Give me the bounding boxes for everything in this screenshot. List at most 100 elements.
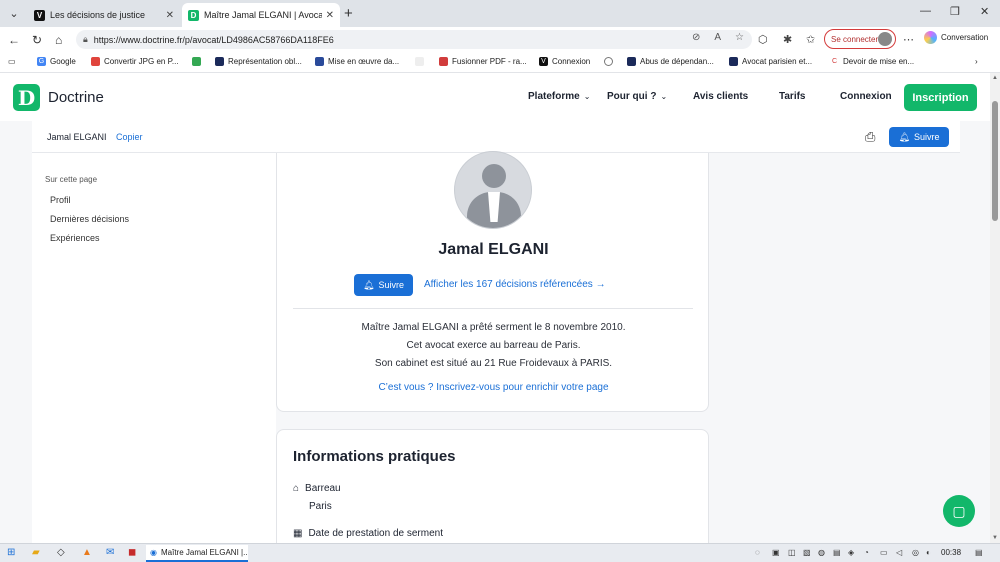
- new-tab-plus-icon[interactable]: +: [344, 5, 353, 22]
- site-header: D Doctrine Plateforme ⌄ Pour qui ? ⌄ Avis …: [0, 73, 990, 121]
- mute-icon[interactable]: ◁: [896, 548, 902, 557]
- maximize-icon[interactable]: ❐: [950, 5, 960, 18]
- profile-desc-line: Cet avocat exerce au barreau de Paris.: [406, 340, 581, 351]
- tray-icon[interactable]: ▣: [772, 548, 780, 557]
- sidebar-item-experiences[interactable]: Expériences: [50, 233, 100, 243]
- url-field[interactable]: 🔒︎ https://www.doctrine.fr/p/avocat/LD49…: [76, 30, 752, 49]
- close-tab-icon[interactable]: ✕: [166, 10, 174, 21]
- show-decisions-link[interactable]: Afficher les 167 décisions référencées →: [424, 279, 606, 290]
- extension-puzzle-icon[interactable]: ✱: [783, 33, 792, 46]
- browser-sign-in-button[interactable]: Se connecter: [824, 29, 896, 49]
- bookmark-google[interactable]: G Google: [37, 57, 76, 66]
- nav-pour-qui[interactable]: Pour qui ? ⌄: [607, 91, 667, 102]
- windows-taskbar: ⊞ ▰ ◇ ▲ ✉ ◼ ◉ Maître Jamal ELGANI |... ◌…: [0, 543, 1000, 562]
- bookmark-representation[interactable]: Représentation obl...: [215, 57, 302, 66]
- practical-info-card: Informations pratiques ⌂ Barreau Paris ▦ D…: [276, 429, 709, 543]
- taskbar-app-label: Maître Jamal ELGANI |...: [160, 548, 248, 557]
- file-explorer-icon[interactable]: ▰: [32, 547, 40, 558]
- close-tab-icon[interactable]: ✕: [326, 10, 334, 21]
- bookmarks-menu-icon[interactable]: ▭: [8, 57, 16, 66]
- copilot-conversation-button[interactable]: Conversation: [924, 31, 988, 44]
- bookmark-fusionner-pdf[interactable]: Fusionner PDF - ra...: [439, 57, 527, 66]
- chat-support-button[interactable]: ▢: [943, 495, 975, 527]
- claim-page-link[interactable]: C’est vous ? Inscrivez-vous pour enrichi…: [277, 382, 710, 393]
- bookmark-convertir[interactable]: Convertir JPG en P...: [91, 57, 179, 66]
- tray-icon[interactable]: ▤: [833, 548, 841, 557]
- convert-icon: [91, 57, 100, 66]
- bookmark-maps[interactable]: [192, 57, 201, 66]
- bookmark-label: Convertir JPG en P...: [104, 57, 179, 66]
- notifications-icon[interactable]: ▤: [975, 548, 983, 557]
- copy-link[interactable]: Copier: [116, 132, 143, 142]
- bookmark-label: Abus de dépendan...: [640, 57, 714, 66]
- serment-label: ▦ Date de prestation de serment: [293, 528, 443, 539]
- bookmark-blank[interactable]: [415, 57, 424, 66]
- doctrine-logo[interactable]: D Doctrine: [13, 84, 104, 111]
- favorite-star-icon[interactable]: ☆: [735, 32, 744, 43]
- browser-tab-decisions[interactable]: V Les décisions de justice ✕: [28, 3, 180, 27]
- barreau-label-text: Barreau: [305, 483, 341, 494]
- tray-icon[interactable]: ◎: [912, 548, 919, 557]
- tray-icon[interactable]: ◫: [788, 548, 796, 557]
- bookmark-devoir[interactable]: C Devoir de mise en...: [830, 57, 914, 66]
- tray-icon[interactable]: ◐: [926, 548, 931, 557]
- vlc-icon[interactable]: ▲: [82, 547, 92, 558]
- battery-icon[interactable]: ▭: [880, 548, 888, 557]
- sidebar-item-profil[interactable]: Profil: [50, 195, 71, 205]
- barreau-value: Paris: [309, 501, 332, 512]
- google-icon: G: [37, 57, 46, 66]
- extension-icon[interactable]: ⬡: [758, 33, 768, 46]
- inscription-button[interactable]: Inscription: [904, 84, 977, 111]
- nav-tarifs[interactable]: Tarifs: [779, 91, 806, 102]
- practical-info-title: Informations pratiques: [293, 448, 456, 465]
- close-window-icon[interactable]: ✕: [980, 5, 989, 18]
- minimize-icon[interactable]: —: [920, 5, 931, 17]
- tab-list-chevron-icon[interactable]: ⌄: [5, 5, 23, 22]
- scroll-down-icon[interactable]: ▼: [992, 535, 998, 541]
- follow-button-top[interactable]: 🔔︎ Suivre: [889, 127, 949, 147]
- tray-icon[interactable]: ◌: [755, 548, 760, 557]
- back-arrow-icon[interactable]: ←: [8, 33, 20, 47]
- follow-button[interactable]: 🔔︎ Suivre: [354, 274, 413, 296]
- more-menu-icon[interactable]: ⋯: [903, 33, 914, 46]
- nav-avis-clients[interactable]: Avis clients: [693, 91, 748, 102]
- tracking-prevention-icon[interactable]: ⊘: [692, 32, 700, 43]
- app-icon[interactable]: ◇: [57, 547, 65, 558]
- tray-icon[interactable]: ◍: [818, 548, 825, 557]
- taskbar-edge-window[interactable]: ◉ Maître Jamal ELGANI |...: [146, 545, 248, 562]
- tray-icon[interactable]: ▧: [803, 548, 811, 557]
- bookmark-abus[interactable]: Abus de dépendan...: [627, 57, 714, 66]
- acrobat-icon[interactable]: ◼: [128, 547, 136, 558]
- sidebar-item-dernieres-decisions[interactable]: Dernières décisions: [50, 214, 129, 224]
- page-scrollbar[interactable]: ▲ ▼: [990, 73, 1000, 543]
- bookmarks-overflow-chevron-icon[interactable]: ›: [975, 57, 978, 66]
- bookmark-connexion-v[interactable]: V Connexion: [539, 57, 590, 66]
- home-icon[interactable]: ⌂: [55, 33, 62, 47]
- sign-in-label: Se connecter: [831, 34, 879, 44]
- scroll-up-icon[interactable]: ▲: [992, 75, 998, 81]
- bookmark-avocat-parisien[interactable]: Avocat parisien et...: [729, 57, 812, 66]
- start-windows-icon[interactable]: ⊞: [7, 547, 15, 558]
- scrollbar-thumb[interactable]: [992, 101, 998, 221]
- doctrine-favicon-icon: D: [188, 9, 199, 21]
- network-icon[interactable]: ◔: [864, 548, 869, 557]
- pdf-icon: [439, 57, 448, 66]
- refresh-icon[interactable]: ↻: [32, 33, 42, 47]
- tab-title: Maître Jamal ELGANI | Avocat Paris: [204, 10, 322, 20]
- read-aloud-icon[interactable]: A: [714, 32, 721, 43]
- printer-icon[interactable]: ⎙: [865, 129, 875, 145]
- bookmark-label: Mise en œuvre da...: [328, 57, 400, 66]
- bookmark-label: Représentation obl...: [228, 57, 302, 66]
- blank-page-icon: [415, 57, 424, 66]
- favorites-icon[interactable]: ✩: [806, 33, 815, 46]
- doctrine-page: D Doctrine Plateforme ⌄ Pour qui ? ⌄ Avis …: [0, 73, 990, 543]
- nav-plateforme[interactable]: Plateforme ⌄: [528, 91, 590, 102]
- nav-connexion[interactable]: Connexion: [840, 91, 892, 102]
- bookmark-mise-en-oeuvre[interactable]: Mise en œuvre da...: [315, 57, 399, 66]
- browser-tab-doctrine[interactable]: D Maître Jamal ELGANI | Avocat Paris ✕: [182, 3, 340, 27]
- mail-icon[interactable]: ✉: [106, 547, 114, 558]
- bookmark-globe[interactable]: [604, 57, 613, 66]
- serment-label-text: Date de prestation de serment: [308, 528, 443, 539]
- c-icon: C: [830, 57, 839, 66]
- tray-icon[interactable]: ◈: [848, 548, 854, 557]
